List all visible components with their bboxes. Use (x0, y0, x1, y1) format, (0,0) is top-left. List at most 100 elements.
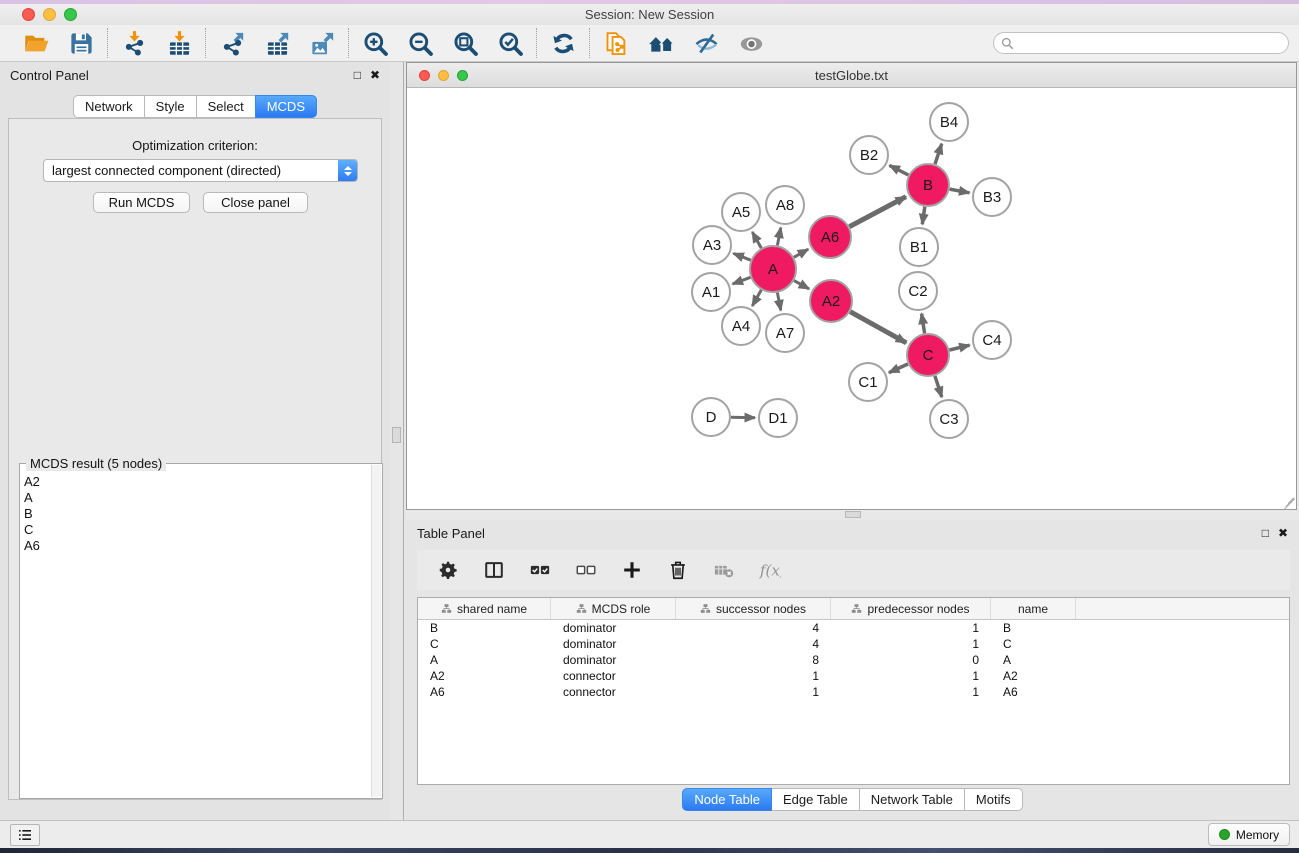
node-A6[interactable]: A6 (809, 216, 851, 258)
result-item[interactable]: A6 (24, 538, 371, 554)
open-file-button[interactable] (21, 28, 51, 58)
table-row[interactable]: A2connector11A2 (418, 668, 1289, 684)
search-box[interactable] (993, 32, 1289, 54)
optimization-criterion-select[interactable]: largest connected component (directed) (43, 159, 358, 182)
result-scrollbar[interactable] (371, 465, 381, 797)
close-table-panel-icon[interactable]: ✖ (1278, 527, 1288, 539)
edge-B-B1[interactable] (922, 207, 925, 224)
deselect-all-rows-button[interactable] (571, 555, 601, 585)
resize-grip-icon[interactable] (1280, 493, 1294, 507)
horizontal-splitter-grip[interactable] (845, 511, 861, 518)
edge-C-C4[interactable] (949, 345, 969, 350)
edge-A-A4[interactable] (752, 290, 761, 306)
tab-node-table[interactable]: Node Table (682, 788, 772, 811)
tab-network[interactable]: Network (73, 95, 145, 118)
edge-A-A1[interactable] (733, 277, 751, 284)
add-row-button[interactable] (617, 555, 647, 585)
edge-A-A8[interactable] (777, 228, 780, 246)
edge-A6-B[interactable] (849, 197, 906, 227)
node-D[interactable]: D (692, 398, 730, 436)
result-item[interactable]: B (24, 506, 371, 522)
node-B3[interactable]: B3 (973, 178, 1011, 216)
edge-C-C1[interactable] (889, 364, 908, 373)
import-network-button[interactable] (119, 28, 149, 58)
result-item[interactable]: A2 (24, 474, 371, 490)
node-A3[interactable]: A3 (693, 226, 731, 264)
edge-A-A5[interactable] (752, 232, 761, 248)
node-B2[interactable]: B2 (850, 136, 888, 174)
result-item[interactable]: C (24, 522, 371, 538)
memory-button[interactable]: Memory (1208, 823, 1290, 846)
network-graph-canvas[interactable]: AA1A2A3A4A5A6A7A8BB1B2B3B4CC1C2C3C4DD1 (407, 88, 1296, 508)
import-table-button[interactable] (164, 28, 194, 58)
zoom-selected-button[interactable] (495, 28, 525, 58)
zoom-in-button[interactable] (360, 28, 390, 58)
tab-select[interactable]: Select (196, 95, 256, 118)
node-A1[interactable]: A1 (692, 273, 730, 311)
edge-C-C2[interactable] (922, 314, 925, 334)
tab-network-table[interactable]: Network Table (859, 788, 965, 811)
first-neighbors-button[interactable] (646, 28, 676, 58)
splitter-grip[interactable] (392, 427, 401, 443)
close-panel-button[interactable]: Close panel (203, 192, 308, 213)
zoom-fit-button[interactable] (450, 28, 480, 58)
delete-rows-button[interactable] (663, 555, 693, 585)
node-B1[interactable]: B1 (900, 228, 938, 266)
node-A5[interactable]: A5 (722, 193, 760, 231)
node-A4[interactable]: A4 (722, 307, 760, 345)
node-A7[interactable]: A7 (766, 314, 804, 352)
column-header-successor-nodes[interactable]: successor nodes (676, 598, 831, 619)
task-history-button[interactable] (10, 824, 40, 846)
table-row[interactable]: Adominator80A (418, 652, 1289, 668)
edge-A-A3[interactable] (733, 253, 750, 260)
column-header-shared-name[interactable]: shared name (418, 598, 551, 619)
clone-network-button[interactable] (601, 28, 631, 58)
edge-B-B2[interactable] (890, 165, 909, 175)
tab-mcds[interactable]: MCDS (255, 95, 317, 118)
edge-A-A2[interactable] (794, 281, 809, 289)
close-panel-icon[interactable]: ✖ (370, 69, 380, 81)
node-D1[interactable]: D1 (759, 399, 797, 437)
hide-details-button[interactable] (691, 28, 721, 58)
node-C2[interactable]: C2 (899, 272, 937, 310)
edge-A2-C[interactable] (850, 312, 906, 343)
zoom-out-button[interactable] (405, 28, 435, 58)
refresh-network-button[interactable] (548, 28, 578, 58)
save-session-button[interactable] (66, 28, 96, 58)
node-A2[interactable]: A2 (810, 280, 852, 322)
node-C1[interactable]: C1 (849, 363, 887, 401)
tab-motifs[interactable]: Motifs (964, 788, 1023, 811)
mcds-result-list[interactable]: A2ABCA6 (21, 474, 371, 797)
edge-B-B4[interactable] (935, 144, 942, 164)
float-panel-icon[interactable]: □ (354, 69, 361, 81)
node-C3[interactable]: C3 (930, 400, 968, 438)
toggle-column-button[interactable] (479, 555, 509, 585)
tab-edge-table[interactable]: Edge Table (771, 788, 860, 811)
node-C[interactable]: C (907, 334, 949, 376)
vertical-splitter[interactable] (390, 62, 406, 820)
result-item[interactable]: A (24, 490, 371, 506)
edge-C-C3[interactable] (935, 376, 942, 397)
node-B4[interactable]: B4 (930, 103, 968, 141)
table-row[interactable]: A6connector11A6 (418, 684, 1289, 700)
node-C4[interactable]: C4 (973, 321, 1011, 359)
search-input[interactable] (1014, 34, 1288, 52)
column-header-predecessor-nodes[interactable]: predecessor nodes (831, 598, 991, 619)
table-settings-button[interactable] (433, 555, 463, 585)
edge-A-A7[interactable] (777, 293, 780, 311)
select-all-rows-button[interactable] (525, 555, 555, 585)
float-table-panel-icon[interactable]: □ (1262, 527, 1269, 539)
run-mcds-button[interactable]: Run MCDS (93, 192, 190, 213)
table-row[interactable]: Cdominator41C (418, 636, 1289, 652)
tab-style[interactable]: Style (144, 95, 197, 118)
column-header-MCDS-role[interactable]: MCDS role (551, 598, 676, 619)
export-table-button[interactable] (262, 28, 292, 58)
export-image-button[interactable] (307, 28, 337, 58)
column-header-name[interactable]: name (991, 598, 1076, 619)
edge-A-A6[interactable] (794, 249, 808, 257)
node-table[interactable]: shared nameMCDS rolesuccessor nodesprede… (417, 597, 1290, 785)
node-A8[interactable]: A8 (766, 186, 804, 224)
edge-B-B3[interactable] (950, 189, 970, 193)
show-details-button[interactable] (736, 28, 766, 58)
node-A[interactable]: A (750, 246, 796, 292)
